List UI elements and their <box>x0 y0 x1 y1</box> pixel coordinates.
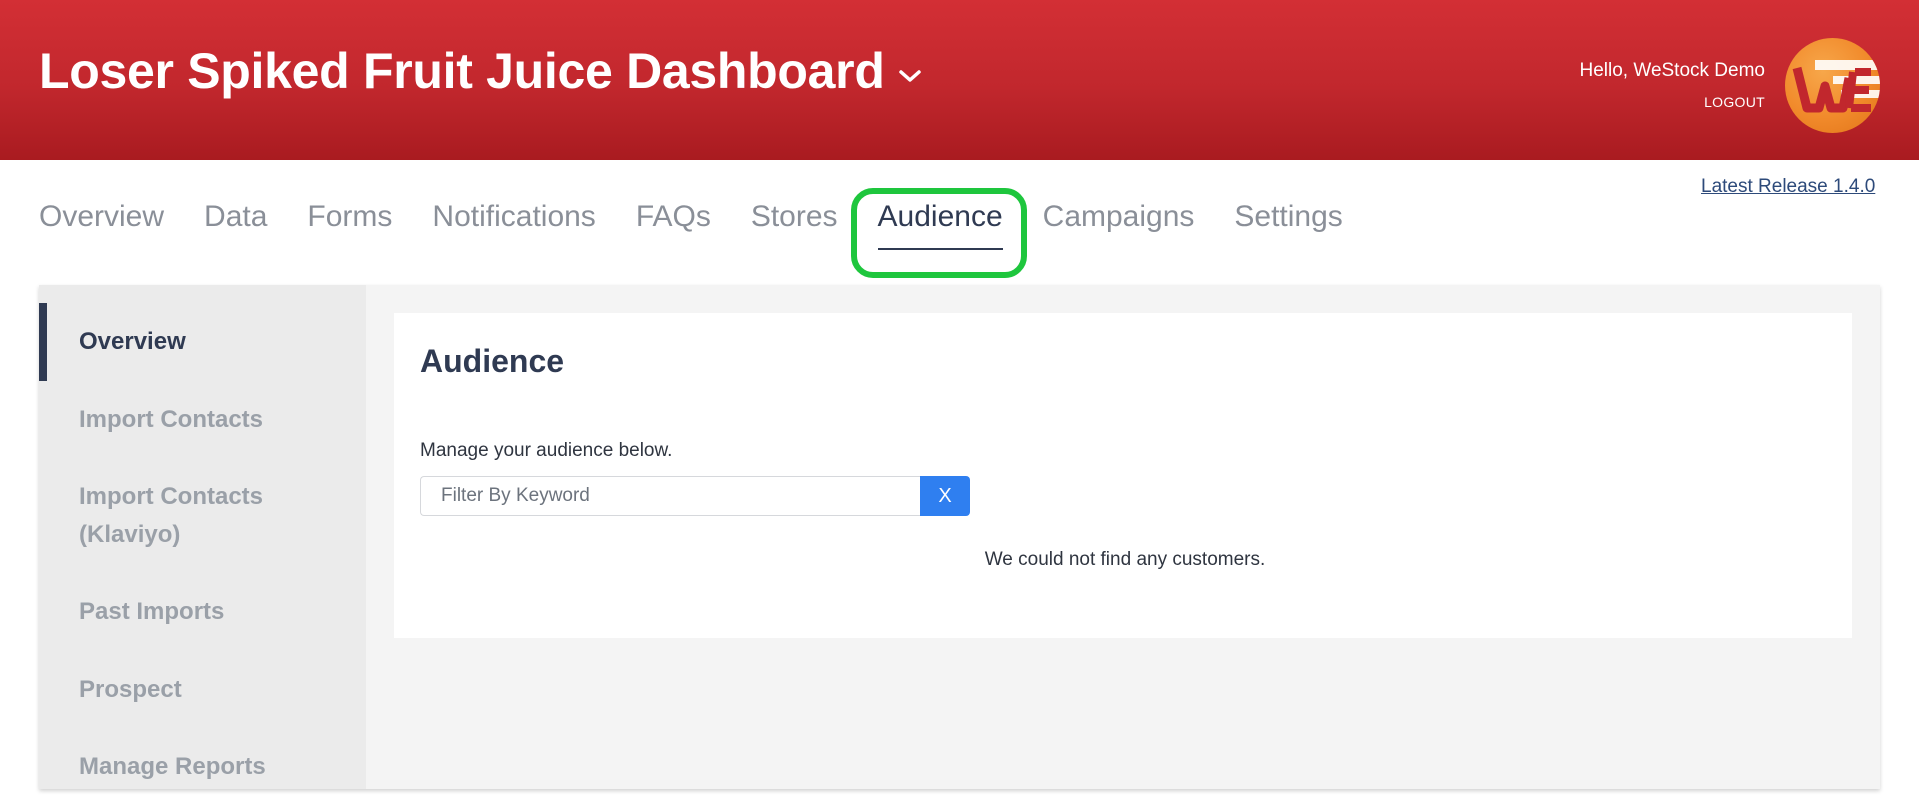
sidebar-item-prospect[interactable]: Prospect <box>39 671 366 709</box>
tab-audience[interactable]: Audience <box>877 200 1003 250</box>
tab-campaigns[interactable]: Campaigns <box>1043 200 1195 250</box>
tab-notifications[interactable]: Notifications <box>432 200 595 250</box>
tab-overview[interactable]: Overview <box>39 200 164 250</box>
page-title: Audience <box>420 343 565 379</box>
page-description: Manage your audience below. <box>420 440 673 461</box>
tab-forms[interactable]: Forms <box>307 200 392 250</box>
user-greeting: Hello, WeStock Demo <box>1579 60 1766 81</box>
sidebar-item-import-contacts[interactable]: Import Contacts <box>39 401 366 439</box>
main-tabs: Overview Data Forms Notifications FAQs S… <box>39 200 1383 250</box>
westock-logo-icon <box>1792 60 1880 113</box>
user-block: Hello, WeStock Demo LOGOUT <box>1580 60 1766 112</box>
tab-settings[interactable]: Settings <box>1234 200 1342 250</box>
app-header: Loser Spiked Fruit Juice Dashboard Hello… <box>0 0 1919 160</box>
sidebar-item-overview[interactable]: Overview <box>39 303 366 381</box>
dashboard-title: Loser Spiked Fruit Juice Dashboard <box>39 43 885 99</box>
dashboard-switcher[interactable]: Loser Spiked Fruit Juice Dashboard <box>39 42 923 100</box>
sidebar-item-manage-reports[interactable]: Manage Reports <box>39 748 366 786</box>
content-panel: Overview Import Contacts Import Contacts… <box>39 285 1880 789</box>
tab-faqs[interactable]: FAQs <box>636 200 711 250</box>
logout-link[interactable]: LOGOUT <box>1704 94 1765 110</box>
clear-filter-button[interactable]: X <box>920 476 970 516</box>
tab-data[interactable]: Data <box>204 200 267 250</box>
sidebar: Overview Import Contacts Import Contacts… <box>39 285 366 789</box>
latest-release-link[interactable]: Latest Release 1.4.0 <box>1701 176 1875 198</box>
chevron-down-icon <box>898 70 921 82</box>
keyword-filter-input[interactable] <box>420 476 920 516</box>
empty-state-message: We could not find any customers. <box>984 549 1266 570</box>
audience-card: Audience Manage your audience below. X W… <box>394 313 1852 638</box>
tab-stores[interactable]: Stores <box>751 200 838 250</box>
avatar[interactable] <box>1785 38 1880 133</box>
sidebar-item-import-contacts-klaviyo[interactable]: Import Contacts (Klaviyo) <box>39 478 299 554</box>
sidebar-item-past-imports[interactable]: Past Imports <box>39 593 366 631</box>
